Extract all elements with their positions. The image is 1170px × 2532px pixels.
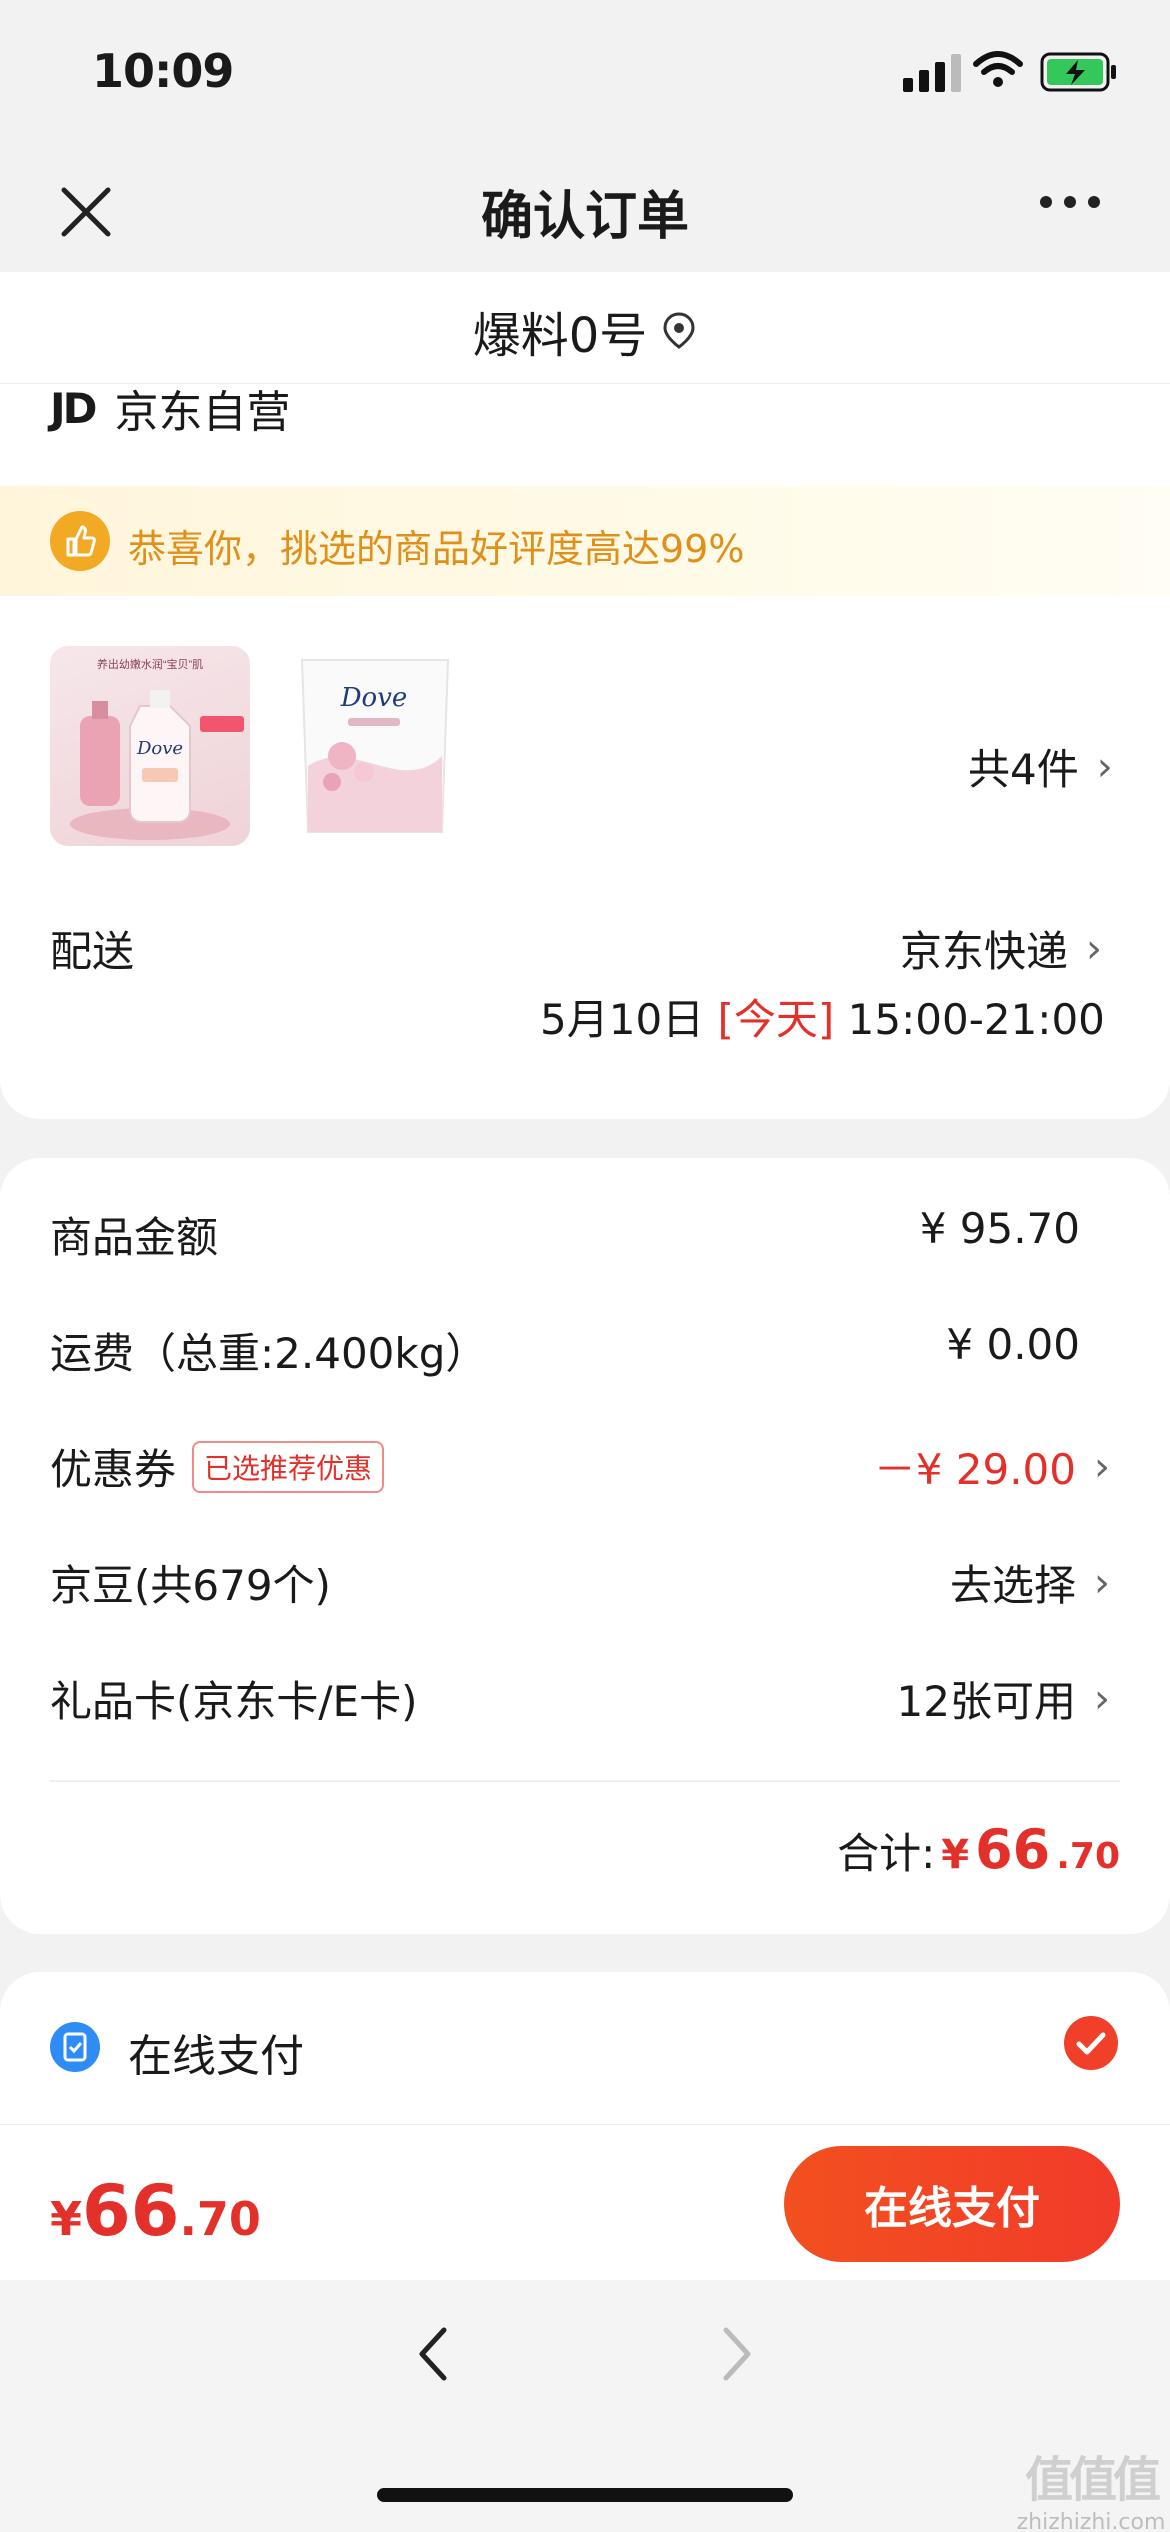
thumbs-up-icon	[50, 511, 110, 571]
items-count-text: 共4件	[968, 745, 1079, 794]
site-watermark: 值值值 zhizhizhi.com	[1016, 2440, 1166, 2532]
store-name: 京东自营	[114, 387, 291, 438]
coupon-badge: 已选推荐优惠	[192, 1440, 385, 1493]
chevron-right-icon: ›	[1094, 1443, 1110, 1490]
divider	[50, 1780, 1120, 1782]
online-payment-icon	[50, 2022, 100, 2072]
checkmark-icon	[1076, 2032, 1106, 2055]
jd-beans-value: 去选择	[949, 1561, 1076, 1610]
checkout-total: ¥ 66 .70	[50, 2170, 261, 2252]
jd-beans-selector[interactable]: 去选择 ›	[950, 1552, 1110, 1613]
coupon-value: －¥ 29.00	[873, 1445, 1076, 1494]
delivery-time: 5月10日 [今天] 15:00-21:00	[540, 986, 1105, 1047]
page-title: 确认订单	[480, 187, 689, 247]
cellular-signal-icon	[903, 52, 961, 92]
gift-card-label: 礼品卡(京东卡/E卡)	[50, 1677, 418, 1726]
address-row[interactable]: 爆料0号	[0, 296, 1170, 366]
product-thumbnail[interactable]: Dove 养出幼嫩水润“宝贝”肌	[50, 646, 250, 846]
payment-selected-check[interactable]	[1064, 2016, 1118, 2070]
thumb2-brand: Dove	[340, 683, 408, 713]
battery-charging-icon	[1040, 52, 1120, 96]
forward-button[interactable]	[712, 2322, 760, 2386]
chevron-right-icon: ›	[1094, 1675, 1110, 1722]
delivery-option[interactable]: 京东快递 ›	[900, 918, 1102, 979]
total-currency: ¥	[941, 1832, 970, 1878]
total-label: 合计:	[837, 1829, 936, 1878]
shipping-label: 运费（总重:2.400kg）	[50, 1329, 488, 1378]
dove-bodywash-image: Dove 养出幼嫩水润“宝贝”肌	[70, 657, 244, 840]
checkout-integer: 66	[82, 2170, 180, 2252]
rating-banner-text: 恭喜你，挑选的商品好评度高达99%	[128, 527, 745, 571]
shipping-value: ¥ 0.00	[946, 1320, 1080, 1369]
total-integer: 66	[975, 1818, 1051, 1881]
delivery-carrier: 京东快递	[900, 927, 1069, 976]
chevron-right-icon: ›	[1094, 1559, 1110, 1606]
coupon-selector[interactable]: －¥ 29.00 ›	[874, 1436, 1110, 1497]
payment-method-label[interactable]: 在线支付	[128, 2020, 304, 2084]
product-thumbnail[interactable]: Dove	[282, 646, 468, 846]
delivery-today-tag: [今天]	[717, 995, 835, 1044]
home-indicator[interactable]	[377, 2488, 793, 2502]
dot-icon	[1088, 196, 1100, 208]
back-button[interactable]	[410, 2322, 458, 2386]
chevron-left-icon	[419, 2327, 447, 2381]
location-pin-icon	[663, 312, 695, 349]
checkout-currency: ¥	[50, 2192, 83, 2246]
jd-beans-label: 京豆(共679个)	[50, 1561, 331, 1610]
total-decimal: .70	[1056, 1836, 1120, 1877]
checkout-decimal: .70	[179, 2192, 261, 2246]
coupon-row-label: 优惠券 已选推荐优惠	[50, 1436, 385, 1497]
chevron-right-icon: ›	[1086, 925, 1103, 972]
chevron-right-icon: ›	[1096, 743, 1113, 790]
status-time: 10:09	[92, 44, 234, 98]
pay-online-button[interactable]: 在线支付	[784, 2146, 1120, 2262]
watermark-url: zhizhizhi.com	[1016, 2510, 1166, 2532]
delivery-label: 配送	[50, 927, 135, 976]
dot-icon	[1040, 196, 1052, 208]
thumb1-brand: Dove	[136, 738, 183, 759]
address-text: 爆料0号	[472, 308, 648, 364]
items-count-link[interactable]: 共4件 ›	[968, 736, 1113, 797]
order-total: 合计: ¥ 66 .70	[837, 1818, 1120, 1881]
chevron-right-icon	[723, 2327, 751, 2381]
wifi-icon	[972, 50, 1024, 94]
gift-card-selector[interactable]: 12张可用 ›	[897, 1668, 1110, 1729]
coupon-label: 优惠券	[50, 1445, 177, 1494]
delivery-window: 15:00-21:00	[847, 995, 1105, 1044]
goods-amount-label: 商品金额	[50, 1213, 219, 1262]
jd-logo: JD	[50, 383, 97, 433]
store-header: JD 京东自营	[50, 376, 291, 440]
dove-refill-pouch-image: Dove	[300, 659, 450, 833]
gift-card-value: 12张可用	[896, 1677, 1076, 1726]
thumb1-headline: 养出幼嫩水润“宝贝”肌	[97, 657, 203, 671]
watermark-logo: 值值值	[1024, 2452, 1161, 2508]
goods-amount-value: ¥ 95.70	[919, 1204, 1080, 1253]
dot-icon	[1064, 196, 1076, 208]
more-options-button[interactable]	[1040, 196, 1100, 208]
delivery-date: 5月10日	[540, 995, 705, 1044]
